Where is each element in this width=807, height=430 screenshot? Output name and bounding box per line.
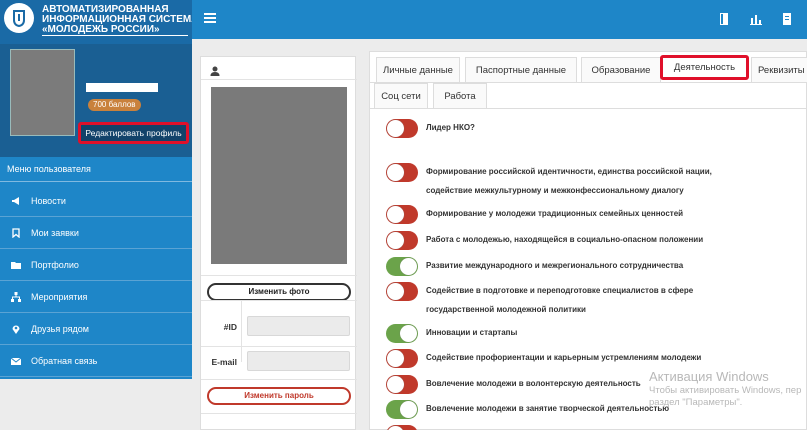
id-label: #ID: [223, 322, 237, 332]
toggle-volunteering[interactable]: [386, 375, 418, 394]
toggle-career-guidance[interactable]: [386, 349, 418, 368]
activation-watermark-line: раздел "Параметры".: [649, 397, 743, 408]
bookmark-icon: [12, 228, 20, 238]
tab-requisites[interactable]: Реквизиты: [751, 57, 807, 82]
toggle-label: Инновации и стартапы: [426, 328, 518, 337]
profile-box: 700 баллов Редактировать профиль: [0, 44, 192, 157]
divider: [241, 300, 242, 362]
tab-personal-data[interactable]: Личные данные: [376, 57, 460, 82]
sidebar-item-label: Друзья рядом: [31, 324, 89, 334]
folder-icon: [11, 262, 21, 269]
document-icon[interactable]: [780, 12, 794, 26]
sidebar-item-label: Портфолио: [31, 260, 79, 270]
toggle-label-cont: содействие межкультурному и межконфессио…: [426, 186, 684, 195]
user-icon: [210, 66, 220, 76]
toggle-label: Лидер НКО?: [426, 123, 475, 132]
divider: [201, 346, 357, 347]
toggle-knob: [387, 164, 404, 181]
edit-profile-button[interactable]: Редактировать профиль: [78, 122, 189, 144]
toggle-innovations[interactable]: [386, 324, 418, 343]
tab-social[interactable]: Соц сети: [374, 83, 428, 108]
sidebar-item-my-requests[interactable]: Мои заявки: [0, 217, 192, 249]
sidebar-item-label: Новости: [31, 196, 66, 206]
divider: [201, 300, 357, 301]
toggle-knob: [387, 232, 404, 249]
toggle-knob: [387, 206, 404, 223]
toggle-specialist-training[interactable]: [386, 282, 418, 301]
sitemap-icon: [11, 292, 21, 302]
tab-activity[interactable]: Деятельность: [660, 55, 749, 80]
sidebar-item-news[interactable]: Новости: [0, 185, 192, 217]
sidebar-item-label: Мероприятия: [31, 292, 88, 302]
divider: [201, 379, 357, 380]
toggle-label: Формирование у молодежи традиционных сем…: [426, 209, 684, 218]
sidebar: 700 баллов Редактировать профиль Меню по…: [0, 44, 192, 430]
toggle-family-values[interactable]: [386, 205, 418, 224]
toggle-knob: [387, 426, 404, 430]
toggle-label: Содействие в подготовке и переподготовке…: [426, 286, 694, 295]
megaphone-icon: [12, 197, 19, 205]
avatar: [10, 49, 75, 136]
toggle-knob: [387, 120, 404, 137]
sidebar-item-label: Обратная связь: [31, 356, 98, 366]
toggle-label: Развитие международного и межрегионально…: [426, 261, 684, 270]
sidebar-item-feedback[interactable]: Обратная связь: [0, 345, 192, 377]
bar-chart-icon[interactable]: [749, 12, 763, 26]
menu-title: Меню пользователя: [0, 157, 192, 182]
menu-icon[interactable]: [204, 13, 216, 25]
toggle-knob: [400, 258, 417, 275]
tab-education[interactable]: Образование: [581, 57, 661, 82]
toggle-label-cont: государственной молодежной политики: [426, 305, 586, 314]
tab-work[interactable]: Работа: [433, 83, 487, 108]
toggle-label: Работа с молодежью, находящейся в социал…: [426, 235, 704, 244]
toggle-knob: [387, 283, 404, 300]
map-marker-icon: [12, 325, 20, 334]
sidebar-item-events[interactable]: Мероприятия: [0, 281, 192, 313]
toggle-label: Содействие профориентации и карьерным ус…: [426, 353, 702, 362]
user-photo: [211, 87, 347, 264]
email-label: E-mail: [211, 357, 237, 367]
brand-underline: [42, 35, 188, 36]
activation-watermark-line: Чтобы активировать Windows, пер: [649, 385, 802, 396]
divider: [201, 413, 357, 414]
toggle-knob: [387, 350, 404, 367]
id-field[interactable]: [247, 316, 350, 336]
brand-block[interactable]: АВТОМАТИЗИРОВАННАЯ ИНФОРМАЦИОННАЯ СИСТЕМ…: [0, 0, 198, 44]
tab-passport-data[interactable]: Паспортные данные: [465, 57, 577, 82]
points-badge: 700 баллов: [88, 99, 141, 111]
book-icon[interactable]: [717, 12, 731, 26]
toggle-knob: [387, 376, 404, 393]
toggle-knob: [400, 325, 417, 342]
sidebar-item-label: Мои заявки: [31, 228, 79, 238]
change-photo-button[interactable]: Изменить фото: [207, 283, 351, 301]
tabs-divider: [370, 108, 807, 109]
divider: [201, 79, 357, 80]
toggle-creative[interactable]: [386, 400, 418, 419]
sidebar-item-friends-nearby[interactable]: Друзья рядом: [0, 313, 192, 345]
toggle-international[interactable]: [386, 257, 418, 276]
toggle-russian-identity[interactable]: [386, 163, 418, 182]
change-password-button[interactable]: Изменить пароль: [207, 387, 351, 405]
sidebar-bottom: [0, 379, 192, 430]
toggle-next[interactable]: [386, 425, 418, 430]
sidebar-item-portfolio[interactable]: Портфолио: [0, 249, 192, 281]
activation-watermark-text: Чтобы активировать Windows, пер раздел "…: [649, 385, 801, 409]
divider: [201, 275, 357, 276]
envelope-icon: [11, 357, 21, 365]
brand-line-3: «МОЛОДЕЖЬ РОССИИ»: [42, 24, 160, 35]
top-bar: [192, 0, 807, 39]
logo-icon: [4, 3, 34, 33]
toggle-nko-leader[interactable]: [386, 119, 418, 138]
toggle-label: Формирование российской идентичности, ед…: [426, 167, 712, 176]
toggle-social-risk[interactable]: [386, 231, 418, 250]
photo-panel: Изменить фото #ID E-mail Изменить пароль: [200, 56, 357, 430]
activation-watermark-title: Активация Windows: [649, 369, 769, 384]
toggle-knob: [400, 401, 417, 418]
email-field[interactable]: [247, 351, 350, 371]
user-name: [86, 83, 158, 92]
